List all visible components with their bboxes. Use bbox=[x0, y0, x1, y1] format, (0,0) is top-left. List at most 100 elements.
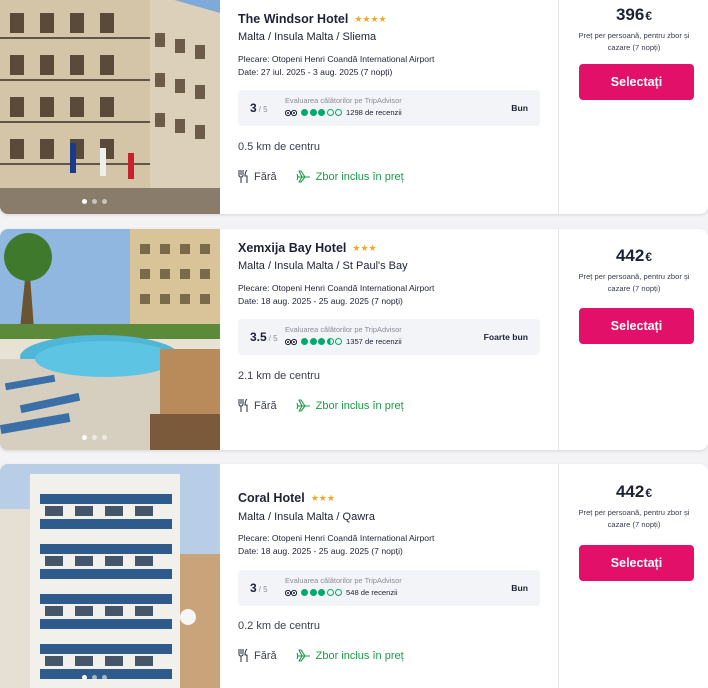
carousel-dot[interactable] bbox=[92, 435, 97, 440]
hotel-location: Malta / Insula Malta / Sliema bbox=[238, 31, 377, 43]
review-count: 1298 de recenzii bbox=[346, 108, 402, 117]
rating-score: 3/ 5 bbox=[250, 101, 268, 115]
trip-details: Plecare: Otopeni Henri Coandă Internatio… bbox=[238, 53, 434, 78]
rating-verdict: Bun bbox=[511, 103, 528, 113]
card-divider bbox=[558, 464, 559, 688]
hotel-info: The Windsor Hotel ★★★★ Malta / Insula Ma… bbox=[238, 0, 543, 214]
meal-plan: Fără bbox=[238, 649, 277, 662]
carousel-dot[interactable] bbox=[102, 435, 107, 440]
hotel-card[interactable]: Xemxija Bay Hotel ★★★ Malta / Insula Mal… bbox=[0, 229, 708, 450]
rating-bubble bbox=[301, 109, 308, 116]
distance-to-center: 0.2 km de centru bbox=[238, 620, 320, 632]
package-features: Fără Zbor inclus în preț bbox=[238, 170, 404, 183]
carousel-dot[interactable] bbox=[82, 435, 87, 440]
hotel-photo[interactable] bbox=[0, 229, 220, 450]
review-count: 548 de recenzii bbox=[346, 588, 398, 597]
plane-icon bbox=[296, 399, 310, 412]
flight-included-label: Zbor inclus în preț bbox=[315, 649, 404, 662]
flight-included: Zbor inclus în preț bbox=[296, 170, 404, 183]
departure-airport: Plecare: Otopeni Henri Coandă Internatio… bbox=[238, 533, 435, 543]
price-note: Preț per persoană, pentru zbor și cazare… bbox=[578, 31, 690, 52]
hotel-photo-image bbox=[0, 0, 220, 214]
select-button[interactable]: Selectați bbox=[579, 64, 694, 100]
hotel-name[interactable]: Xemxija Bay Hotel bbox=[238, 241, 346, 255]
tripadvisor-rating[interactable]: 3/ 5 Evaluarea călătorilor pe TripAdviso… bbox=[238, 570, 540, 606]
rating-bubble bbox=[326, 338, 334, 345]
price-panel: 442€ Preț per persoană, pentru zbor și c… bbox=[560, 229, 708, 450]
price-currency: € bbox=[645, 250, 653, 264]
hotel-info: Coral Hotel ★★★ Malta / Insula Malta / Q… bbox=[238, 464, 543, 688]
rating-reviews-row: 548 de recenzii bbox=[285, 588, 398, 597]
price-note: Preț per persoană, pentru zbor și cazare… bbox=[578, 272, 690, 293]
photo-carousel-dots[interactable] bbox=[82, 675, 107, 680]
carousel-dot[interactable] bbox=[102, 675, 107, 680]
departure-airport: Plecare: Otopeni Henri Coandă Internatio… bbox=[238, 54, 435, 64]
photo-carousel-dots[interactable] bbox=[82, 199, 107, 204]
rating-score: 3/ 5 bbox=[250, 581, 268, 595]
price: 442€ bbox=[560, 246, 708, 266]
rating-bubble bbox=[301, 338, 308, 345]
rating-bubbles bbox=[301, 338, 342, 345]
tripadvisor-rating[interactable]: 3.5/ 5 Evaluarea călătorilor pe TripAdvi… bbox=[238, 319, 540, 355]
star-rating-icon: ★★★ bbox=[352, 242, 377, 253]
tripadvisor-rating[interactable]: 3/ 5 Evaluarea călătorilor pe TripAdviso… bbox=[238, 90, 540, 126]
price-value: 442 bbox=[615, 482, 645, 501]
hotel-title-row: The Windsor Hotel ★★★★ bbox=[238, 12, 387, 26]
hotel-card[interactable]: The Windsor Hotel ★★★★ Malta / Insula Ma… bbox=[0, 0, 708, 214]
select-button[interactable]: Selectați bbox=[579, 308, 694, 344]
flight-included: Zbor inclus în preț bbox=[296, 399, 404, 412]
rating-score-value: 3.5 bbox=[250, 330, 267, 344]
review-count: 1357 de recenzii bbox=[346, 337, 402, 346]
hotel-name[interactable]: Coral Hotel bbox=[238, 491, 305, 505]
meal-plan: Fără bbox=[238, 399, 277, 412]
rating-score: 3.5/ 5 bbox=[250, 330, 278, 344]
meal-plan-label: Fără bbox=[254, 649, 277, 662]
rating-bubble bbox=[318, 589, 325, 596]
price-panel: 442€ Preț per persoană, pentru zbor și c… bbox=[560, 464, 708, 688]
hotel-name[interactable]: The Windsor Hotel bbox=[238, 12, 348, 26]
rating-bubble bbox=[335, 338, 342, 345]
hotel-title-row: Xemxija Bay Hotel ★★★ bbox=[238, 241, 377, 255]
rating-source-label: Evaluarea călătorilor pe TripAdvisor bbox=[285, 96, 402, 105]
rating-score-value: 3 bbox=[250, 101, 257, 115]
hotel-title-row: Coral Hotel ★★★ bbox=[238, 491, 335, 505]
trip-details: Plecare: Otopeni Henri Coandă Internatio… bbox=[238, 532, 434, 557]
carousel-dot[interactable] bbox=[102, 199, 107, 204]
select-button[interactable]: Selectați bbox=[579, 545, 694, 581]
carousel-dot[interactable] bbox=[82, 675, 87, 680]
rating-bubble bbox=[309, 589, 317, 596]
card-divider bbox=[558, 229, 559, 450]
price-value: 442 bbox=[615, 246, 645, 265]
price: 442€ bbox=[560, 482, 708, 502]
fork-knife-icon bbox=[238, 399, 248, 412]
rating-score-value: 3 bbox=[250, 581, 257, 595]
rating-reviews-row: 1298 de recenzii bbox=[285, 108, 402, 117]
rating-scale: / 5 bbox=[268, 334, 278, 343]
carousel-dot[interactable] bbox=[82, 199, 87, 204]
meal-plan: Fără bbox=[238, 170, 277, 183]
rating-bubble bbox=[326, 589, 334, 596]
trip-details: Plecare: Otopeni Henri Coandă Internatio… bbox=[238, 282, 434, 307]
carousel-dot[interactable] bbox=[92, 675, 97, 680]
hotel-photo[interactable] bbox=[0, 464, 220, 688]
carousel-dot[interactable] bbox=[92, 199, 97, 204]
fork-knife-icon bbox=[238, 649, 248, 662]
rating-bubbles bbox=[301, 109, 342, 116]
tripadvisor-owl-icon bbox=[285, 589, 297, 596]
rating-bubble bbox=[335, 109, 342, 116]
departure-airport: Plecare: Otopeni Henri Coandă Internatio… bbox=[238, 283, 435, 293]
trip-dates: Date: 18 aug. 2025 - 25 aug. 2025 (7 nop… bbox=[238, 545, 403, 556]
rating-reviews-row: 1357 de recenzii bbox=[285, 337, 402, 346]
plane-icon bbox=[296, 649, 310, 662]
rating-source-label: Evaluarea călătorilor pe TripAdvisor bbox=[285, 325, 402, 334]
meal-plan-label: Fără bbox=[254, 399, 277, 412]
hotel-card[interactable]: Coral Hotel ★★★ Malta / Insula Malta / Q… bbox=[0, 464, 708, 688]
photo-carousel-dots[interactable] bbox=[82, 435, 107, 440]
hotel-photo[interactable] bbox=[0, 0, 220, 214]
rating-bubble bbox=[335, 589, 342, 596]
hotel-info: Xemxija Bay Hotel ★★★ Malta / Insula Mal… bbox=[238, 229, 543, 450]
star-rating-icon: ★★★ bbox=[310, 492, 335, 503]
tripadvisor-owl-icon bbox=[285, 338, 297, 345]
distance-to-center: 2.1 km de centru bbox=[238, 370, 320, 382]
rating-bubble bbox=[309, 338, 317, 345]
